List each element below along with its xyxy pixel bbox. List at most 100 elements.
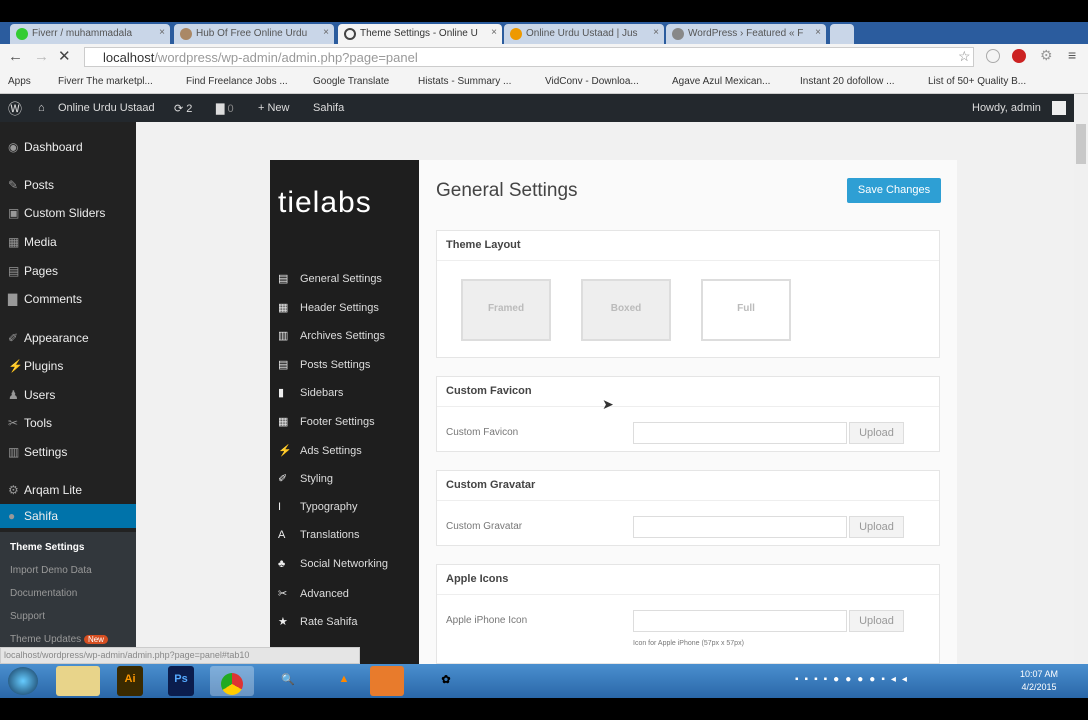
scrollbar-thumb[interactable] <box>1076 124 1086 164</box>
upload-button[interactable]: Upload <box>849 516 904 538</box>
submenu-item[interactable]: Theme Updates New <box>10 634 108 645</box>
sidebar-item-posts[interactable]: ✎ Posts <box>8 178 54 192</box>
close-tab-icon[interactable]: × <box>815 27 821 38</box>
new-content-link[interactable]: + New <box>258 102 290 114</box>
clock[interactable]: 10:07 AM 4/2/2015 <box>1020 668 1058 694</box>
save-changes-button[interactable]: Save Changes <box>847 178 941 203</box>
panel-nav-styling[interactable]: ✐ Styling <box>278 472 333 485</box>
wordpress-logo-icon[interactable]: Ⓦ <box>8 99 22 119</box>
close-tab-icon[interactable]: × <box>323 27 329 38</box>
submenu-item[interactable]: Import Demo Data <box>10 565 92 576</box>
extension-icon[interactable] <box>986 49 1000 63</box>
bookmark[interactable]: Histats - Summary ... <box>418 76 511 87</box>
submenu-item[interactable]: Theme Settings <box>10 542 84 553</box>
upload-button[interactable]: Upload <box>849 610 904 632</box>
settings-icon[interactable]: ⚙ <box>1040 47 1053 64</box>
app-icon[interactable]: ✿ <box>424 666 468 696</box>
bookmark[interactable]: Fiverr The marketpl... <box>58 76 153 87</box>
close-tab-icon[interactable]: × <box>653 27 659 38</box>
iphone-icon-input[interactable] <box>633 610 847 632</box>
explorer-icon[interactable] <box>56 666 100 696</box>
sidebar-item-custom-sliders[interactable]: ▣ Custom Sliders <box>8 206 105 220</box>
close-tab-icon[interactable]: × <box>159 27 165 38</box>
panel-nav-archives-settings[interactable]: ▥ Archives Settings <box>278 329 385 342</box>
url-input[interactable]: localhost/wordpress/wp-admin/admin.php?p… <box>84 47 974 67</box>
layout-option-full[interactable]: Full <box>701 279 791 341</box>
sidebar-item-users[interactable]: ♟ Users <box>8 388 55 402</box>
opera-icon[interactable] <box>1012 49 1026 63</box>
bookmark[interactable]: Instant 20 dofollow ... <box>800 76 895 87</box>
bookmark[interactable]: Find Freelance Jobs ... <box>186 76 288 87</box>
sidebar-item-dashboard[interactable]: ◉ Dashboard <box>8 140 83 154</box>
search-app-icon[interactable]: 🔍 <box>266 666 310 696</box>
panel-nav-sidebars[interactable]: ▮ Sidebars <box>278 386 343 399</box>
favicon-input[interactable] <box>633 422 847 444</box>
layout-option-boxed[interactable]: Boxed <box>581 279 671 341</box>
illustrator-icon[interactable]: Ai <box>117 666 143 696</box>
stop-icon[interactable]: ✕ <box>58 47 71 65</box>
menu-icon[interactable]: ≡ <box>1068 47 1076 63</box>
browser-tab[interactable]: WordPress › Featured « F × <box>666 24 826 44</box>
comment-icon: ▇ <box>8 292 18 306</box>
sidebar-item-appearance[interactable]: ✐ Appearance <box>8 331 89 345</box>
photoshop-icon[interactable]: Ps <box>168 666 194 696</box>
bookmark[interactable]: VidConv - Downloa... <box>545 76 639 87</box>
submenu-item[interactable]: Support <box>10 611 45 622</box>
updates-icon[interactable]: ⟳ 2 <box>174 102 192 115</box>
star-icon[interactable]: ☆ <box>958 48 971 65</box>
bookmarks-bar: Apps Fiverr The marketpl... Find Freelan… <box>0 70 1088 94</box>
status-url: localhost/wordpress/wp-admin/admin.php?p… <box>0 647 360 664</box>
panel-nav-posts-settings[interactable]: ▤ Posts Settings <box>278 358 370 371</box>
bookmark[interactable]: Google Translate <box>313 76 389 87</box>
browser-tab-active[interactable]: Theme Settings - Online U × <box>338 24 502 44</box>
scrollbar[interactable] <box>1074 94 1088 664</box>
sidebar-item-settings[interactable]: ▥ Settings <box>8 445 67 459</box>
avatar[interactable] <box>1052 101 1066 115</box>
howdy-link[interactable]: Howdy, admin <box>972 102 1041 114</box>
start-button[interactable] <box>8 667 38 695</box>
sidebar-item-sahifa[interactable]: ● Sahifa <box>0 504 136 528</box>
browser-tab[interactable]: Fiverr / muhammadala × <box>10 24 170 44</box>
settings-icon: ▥ <box>8 445 20 459</box>
dashboard-icon: ◉ <box>8 140 19 154</box>
browser-tab[interactable]: Hub Of Free Online Urdu × <box>174 24 334 44</box>
sidebar-item-media[interactable]: ▦ Media <box>8 235 57 249</box>
sidebar-item-arqam-lite[interactable]: ⚙ Arqam Lite <box>8 483 82 497</box>
wp-admin-bar: Ⓦ ⌂ Online Urdu Ustaad ⟳ 2 ▇ 0 + New Sah… <box>0 94 1074 122</box>
sidebar-item-plugins[interactable]: ⚡Plugins <box>8 359 63 373</box>
panel-nav-translations[interactable]: A Translations <box>278 529 360 541</box>
xampp-icon[interactable] <box>370 666 404 696</box>
new-tab-button[interactable] <box>830 24 854 44</box>
close-tab-icon[interactable]: × <box>491 27 497 38</box>
panel-nav-ads-settings[interactable]: ⚡ Ads Settings <box>278 444 362 457</box>
upload-button[interactable]: Upload <box>849 422 904 444</box>
sidebar-item-comments[interactable]: ▇ Comments <box>8 292 82 306</box>
submenu-item[interactable]: Documentation <box>10 588 77 599</box>
nav-icon: ▤ <box>278 273 289 285</box>
site-name-link[interactable]: Online Urdu Ustaad <box>58 102 155 114</box>
back-icon[interactable]: ← <box>8 48 23 65</box>
panel-nav-advanced[interactable]: ✂ Advanced <box>278 587 349 600</box>
vlc-icon[interactable]: ▲ <box>322 666 366 696</box>
chrome-icon[interactable] <box>210 666 254 696</box>
sidebar-item-tools[interactable]: ✂ Tools <box>8 416 52 430</box>
gravatar-input[interactable] <box>633 516 847 538</box>
browser-tab[interactable]: Online Urdu Ustaad | Jus × <box>504 24 664 44</box>
panel-nav-social-networking[interactable]: ♣ Social Networking <box>278 558 388 570</box>
loading-icon <box>344 28 356 40</box>
forward-icon[interactable]: → <box>34 48 49 65</box>
layout-option-framed[interactable]: Framed <box>461 279 551 341</box>
panel-nav-rate-sahifa[interactable]: ★ Rate Sahifa <box>278 615 357 628</box>
bookmark[interactable]: Agave Azul Mexican... <box>672 76 770 87</box>
comments-icon[interactable]: ▇ 0 <box>216 102 234 115</box>
bookmark[interactable]: List of 50+ Quality B... <box>928 76 1026 87</box>
panel-nav-typography[interactable]: I Typography <box>278 501 357 513</box>
theme-link[interactable]: Sahifa <box>313 102 344 114</box>
section-title: Custom Favicon <box>437 377 939 407</box>
bookmark[interactable]: Apps <box>8 76 31 87</box>
sidebar-item-pages[interactable]: ▤ Pages <box>8 264 58 278</box>
panel-nav-footer-settings[interactable]: ▦ Footer Settings <box>278 415 375 428</box>
panel-nav-header-settings[interactable]: ▦ Header Settings <box>278 301 379 314</box>
system-tray-icons[interactable]: ▪▪▪▪●●●●▪◂◂ <box>795 674 913 685</box>
panel-nav-general-settings[interactable]: ▤ General Settings <box>278 272 382 285</box>
